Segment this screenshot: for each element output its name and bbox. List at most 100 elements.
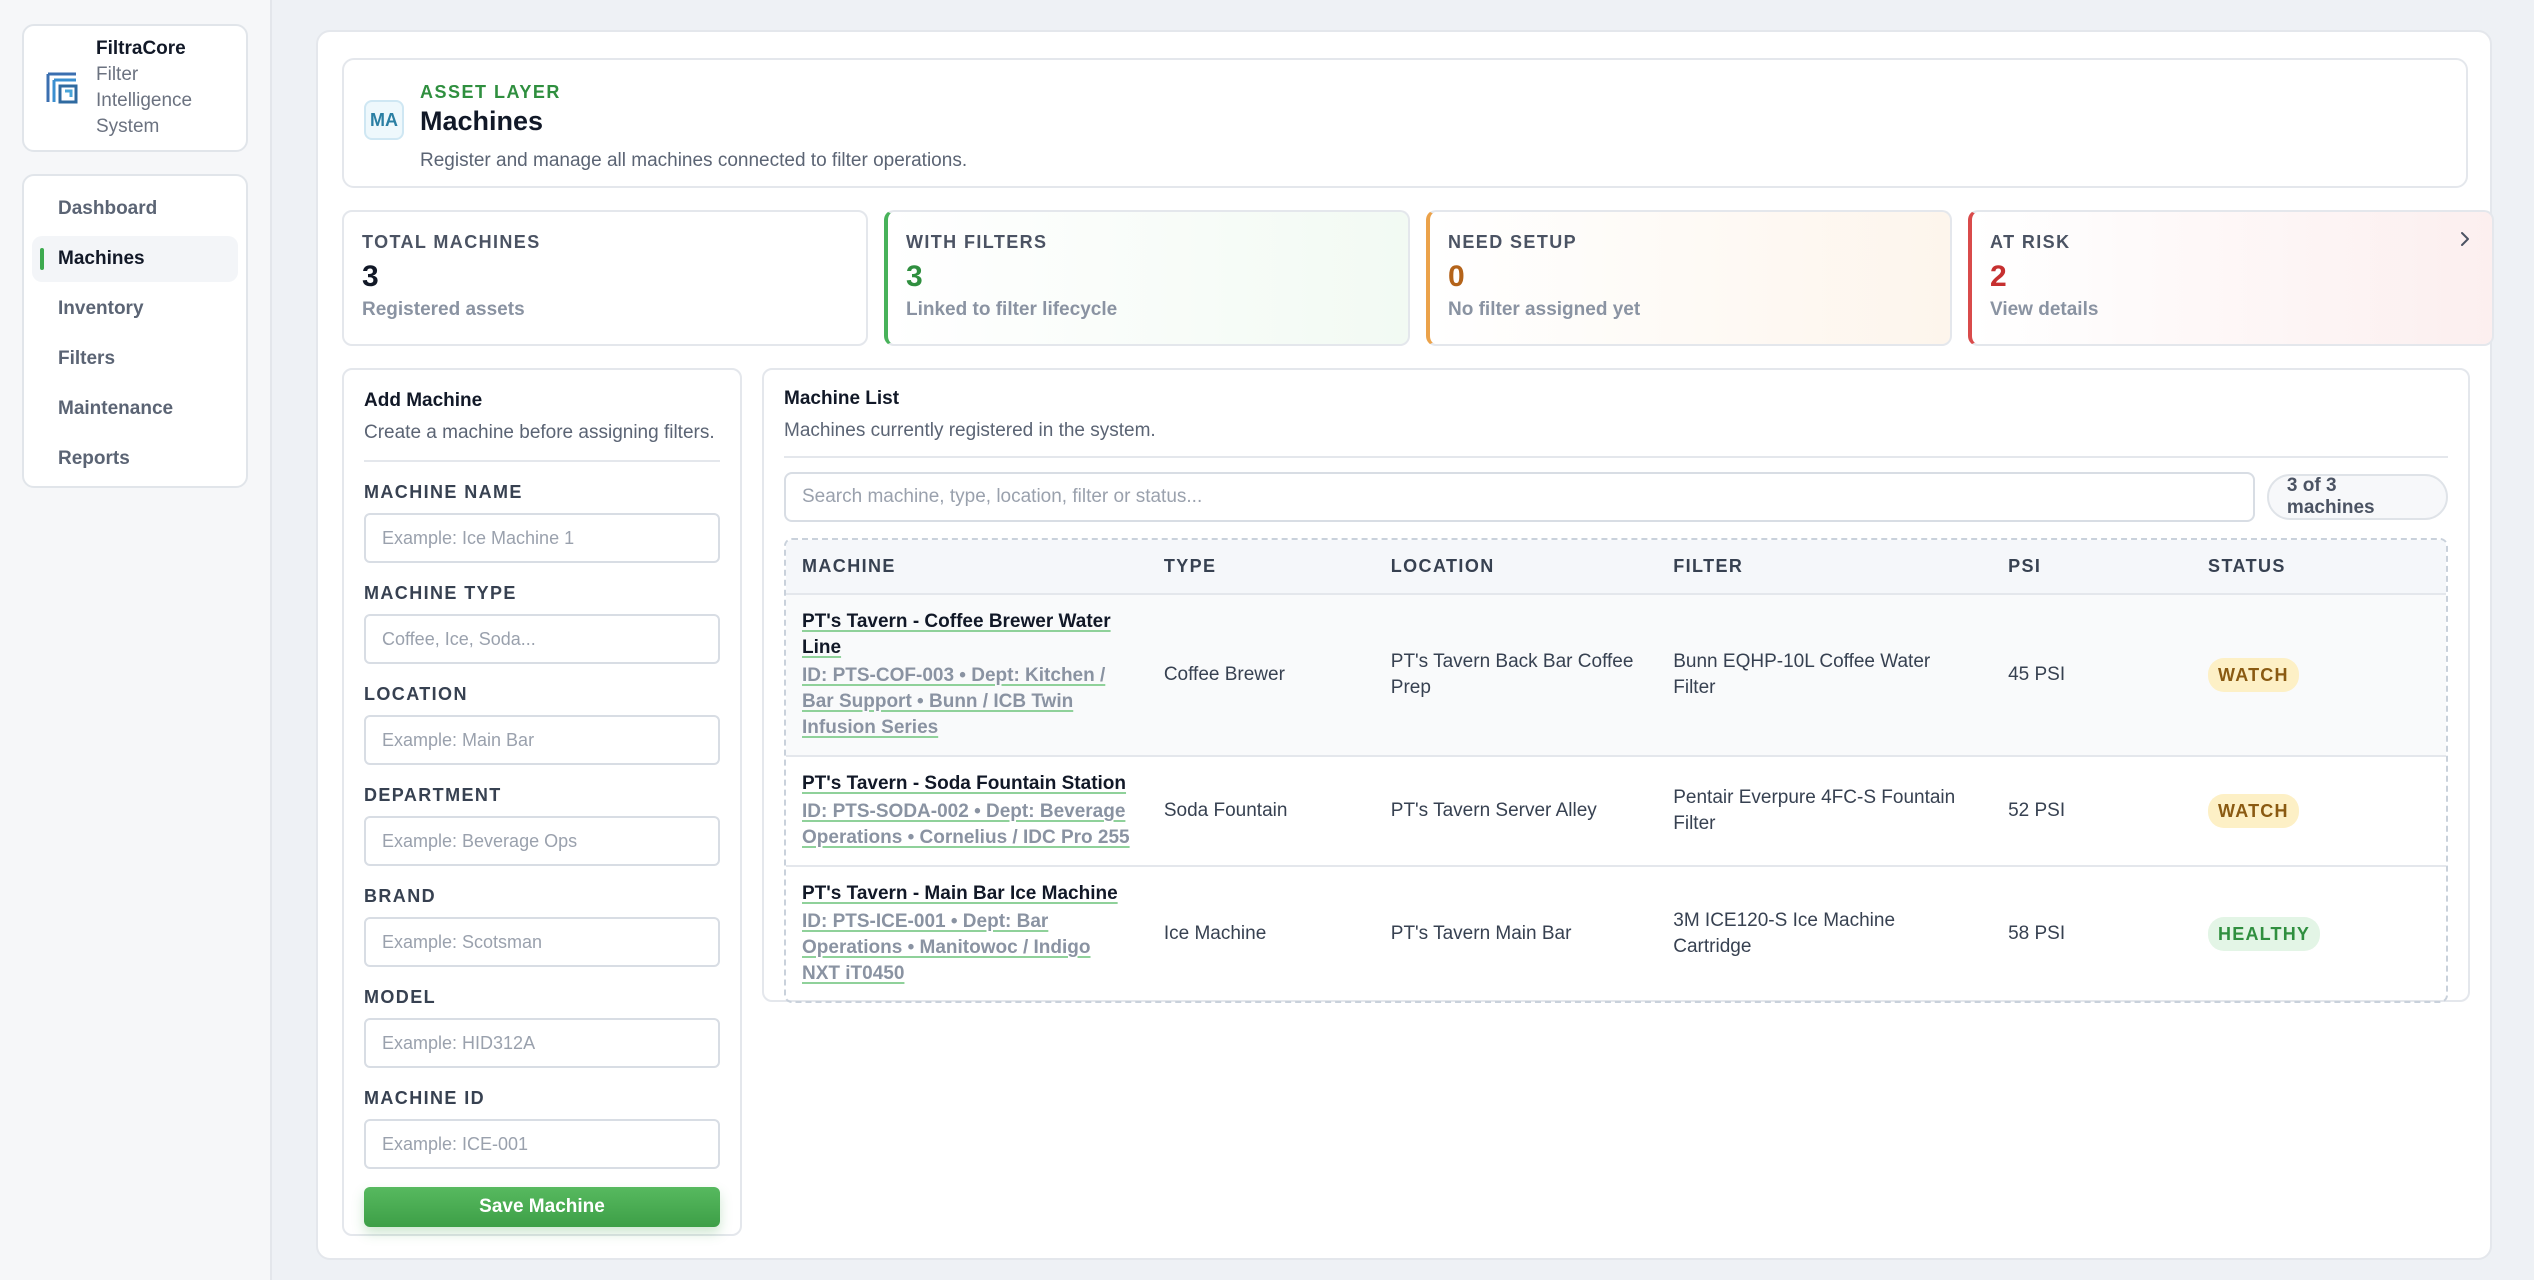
type-cell: Coffee Brewer — [1163, 664, 1285, 685]
brand-card: FiltraCore Filter Intelligence System — [22, 24, 248, 152]
brand-subtitle-line: Filter — [96, 64, 139, 85]
brand-subtitle-line: System — [96, 116, 160, 137]
machine-cell[interactable]: PT's Tavern - Main Bar Ice Machine ID: P… — [786, 866, 1148, 1001]
column-header-filter[interactable]: FILTER — [1657, 540, 1992, 594]
machine-type-input[interactable] — [364, 614, 720, 664]
page-badge: MA — [364, 100, 404, 140]
machine-name-input[interactable] — [364, 513, 720, 563]
sidebar-item-reports[interactable]: Reports — [32, 436, 238, 482]
status-cell: WATCH — [2192, 594, 2446, 756]
sidebar-item-maintenance[interactable]: Maintenance — [32, 386, 238, 432]
table-header-row: MACHINE TYPE LOCATION FILTER PSI STATUS — [786, 540, 2446, 594]
psi-cell: 58 PSI — [2008, 923, 2066, 944]
machine-name-label: MACHINE NAME — [364, 482, 523, 502]
department-input[interactable] — [364, 816, 720, 866]
machine-search-input[interactable] — [784, 472, 2255, 522]
brand-name: FiltraCore — [96, 38, 186, 59]
divider — [784, 456, 2448, 458]
column-header-status[interactable]: STATUS — [2192, 540, 2446, 594]
stat-caption: Registered assets — [362, 299, 525, 320]
page-header: MA ASSET LAYER Machines Register and man… — [342, 58, 2468, 188]
type-cell: Soda Fountain — [1163, 800, 1288, 821]
list-description: Machines currently registered in the sys… — [784, 420, 1156, 441]
machine-cell[interactable]: PT's Tavern - Soda Fountain Station ID: … — [786, 756, 1148, 866]
stat-card-need-setup: NEED SETUP 0 No filter assigned yet — [1426, 210, 1952, 346]
machine-id-label: MACHINE ID — [364, 1088, 485, 1108]
model-label: MODEL — [364, 987, 436, 1007]
chevron-right-icon[interactable] — [2454, 228, 2476, 250]
sidebar-item-machines[interactable]: Machines — [32, 236, 238, 282]
machine-table: MACHINE TYPE LOCATION FILTER PSI STATUS … — [784, 538, 2448, 1003]
divider — [364, 460, 720, 462]
list-title: Machine List — [784, 388, 900, 409]
brand-input[interactable] — [364, 917, 720, 967]
save-machine-button[interactable]: Save Machine — [364, 1187, 720, 1227]
sidebar-item-inventory[interactable]: Inventory — [32, 286, 238, 332]
status-badge: WATCH — [2208, 794, 2299, 828]
stat-card-total-machines: TOTAL MACHINES 3 Registered assets — [342, 210, 868, 346]
stat-label: WITH FILTERS — [906, 232, 1048, 252]
status-badge: HEALTHY — [2208, 917, 2321, 951]
brand-subtitle-line: Intelligence — [96, 90, 193, 111]
stat-label: TOTAL MACHINES — [362, 232, 541, 252]
stat-value: 2 — [1990, 260, 2007, 293]
machine-name-link[interactable]: PT's Tavern - Soda Fountain Station — [802, 773, 1126, 794]
sidebar-item-dashboard[interactable]: Dashboard — [32, 186, 238, 232]
machine-id-input[interactable] — [364, 1119, 720, 1169]
model-input[interactable] — [364, 1018, 720, 1068]
stat-value: 0 — [1448, 260, 1465, 293]
page-description: Register and manage all machines connect… — [420, 150, 968, 171]
form-title: Add Machine — [364, 390, 483, 411]
machine-meta[interactable]: ID: PTS-SODA-002 • Dept: Beverage Operat… — [802, 799, 1132, 851]
machine-name-link[interactable]: PT's Tavern - Main Bar Ice Machine — [802, 883, 1118, 904]
page-title: Machines — [420, 106, 544, 136]
location-input[interactable] — [364, 715, 720, 765]
location-cell: PT's Tavern Back Bar Coffee Prep — [1390, 651, 1634, 698]
filter-cell: Pentair Everpure 4FC-S Fountain Filter — [1673, 787, 1956, 834]
location-cell: PT's Tavern Server Alley — [1390, 800, 1597, 821]
type-cell: Ice Machine — [1163, 923, 1267, 944]
machine-count-badge: 3 of 3 machines — [2266, 474, 2448, 520]
table-row[interactable]: PT's Tavern - Coffee Brewer Water Line I… — [786, 594, 2446, 756]
view-details-link[interactable]: View details — [1990, 299, 2474, 321]
column-header-machine[interactable]: MACHINE — [786, 540, 1148, 594]
status-badge: WATCH — [2208, 658, 2299, 692]
machine-meta[interactable]: ID: PTS-COF-003 • Dept: Kitchen / Bar Su… — [802, 663, 1132, 741]
sidebar-item-filters[interactable]: Filters — [32, 336, 238, 382]
location-label: LOCATION — [364, 684, 468, 704]
filter-cell: 3M ICE120-S Ice Machine Cartridge — [1673, 910, 1896, 957]
status-cell: WATCH — [2192, 756, 2446, 866]
status-cell: HEALTHY — [2192, 866, 2446, 1001]
table-row[interactable]: PT's Tavern - Soda Fountain Station ID: … — [786, 756, 2446, 866]
machine-cell[interactable]: PT's Tavern - Coffee Brewer Water Line I… — [786, 594, 1148, 756]
filtracore-logo-icon — [42, 68, 82, 108]
column-header-location[interactable]: LOCATION — [1375, 540, 1657, 594]
psi-cell: 52 PSI — [2008, 800, 2066, 821]
stat-value: 3 — [362, 260, 379, 293]
stat-caption: No filter assigned yet — [1448, 299, 1641, 320]
main-panel: MA ASSET LAYER Machines Register and man… — [316, 30, 2494, 1260]
machine-type-label: MACHINE TYPE — [364, 583, 517, 603]
page-eyebrow: ASSET LAYER — [420, 82, 561, 102]
department-label: DEPARTMENT — [364, 785, 502, 805]
table-row[interactable]: PT's Tavern - Main Bar Ice Machine ID: P… — [786, 866, 2446, 1001]
sidebar-nav: Dashboard Machines Inventory Filters Mai… — [22, 174, 248, 488]
stat-card-with-filters: WITH FILTERS 3 Linked to filter lifecycl… — [884, 210, 1410, 346]
psi-cell: 45 PSI — [2008, 664, 2066, 685]
stat-label: AT RISK — [1990, 232, 2071, 252]
column-header-type[interactable]: TYPE — [1148, 540, 1375, 594]
sidebar: FiltraCore Filter Intelligence System Da… — [0, 0, 272, 1280]
location-cell: PT's Tavern Main Bar — [1390, 923, 1572, 944]
stat-label: NEED SETUP — [1448, 232, 1578, 252]
add-machine-form: Add Machine Create a machine before assi… — [342, 368, 742, 1236]
machine-meta[interactable]: ID: PTS-ICE-001 • Dept: Bar Operations •… — [802, 909, 1132, 987]
brand-label: BRAND — [364, 886, 436, 906]
search-row: 3 of 3 machines — [784, 472, 2448, 522]
machine-name-link[interactable]: PT's Tavern - Coffee Brewer Water Line — [802, 611, 1111, 658]
stat-card-at-risk[interactable]: AT RISK 2 View details — [1968, 210, 2494, 346]
machine-list: Machine List Machines currently register… — [762, 368, 2470, 1003]
filter-cell: Bunn EQHP-10L Coffee Water Filter — [1673, 651, 1931, 698]
stat-value: 3 — [906, 260, 923, 293]
stat-caption: Linked to filter lifecycle — [906, 299, 1118, 320]
column-header-psi[interactable]: PSI — [1992, 540, 2192, 594]
